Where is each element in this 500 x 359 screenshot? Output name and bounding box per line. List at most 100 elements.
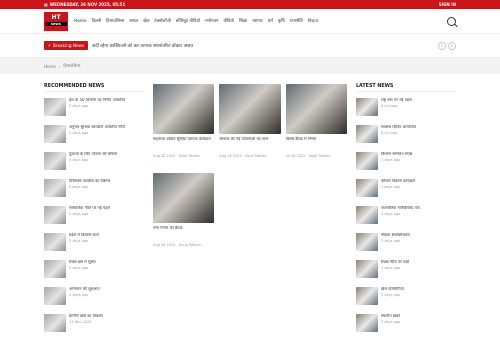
nav-bengal[interactable]: बंगाल — [129, 18, 138, 24]
news-thumbnail[interactable] — [356, 287, 378, 305]
news-title[interactable]: अनुभव सुविधा कार्यक्रम आधारित नीति — [69, 125, 125, 130]
news-thumbnail[interactable] — [356, 179, 378, 197]
breaking-news-bar: ⚡ Breaking News सर्दी रहेगा कार्डियाओ को … — [0, 34, 500, 58]
list-item[interactable]: राजनीतिक गतिविधियां तेज 3 days ago — [356, 206, 456, 229]
news-date: 5 days ago — [69, 184, 89, 189]
list-item[interactable]: सामाजिक नीति पर नई पहल 5 days ago — [44, 206, 144, 229]
news-thumbnail[interactable] — [356, 206, 378, 224]
news-thumbnail[interactable] — [356, 233, 378, 251]
news-title[interactable]: स्वास्थ्य शिविर आयोजित — [381, 125, 416, 130]
list-item[interactable]: युवाओं के लिए योजना की घोषणा 5 days ago — [44, 152, 144, 175]
news-title[interactable]: शिक्षा नीति पर चर्चा — [381, 260, 409, 265]
news-title[interactable]: महिला सशक्तिकरण — [381, 233, 410, 238]
featured-card[interactable]: नगर निगम की बैठक Aug 26 2025 · Anup Patha… — [153, 173, 215, 247]
featured-image[interactable] — [285, 84, 347, 134]
breadcrumb-current: हिमाचलिन्स — [63, 63, 81, 68]
news-title[interactable]: युवाओं के लिए योजना की घोषणा — [69, 152, 117, 157]
featured-card[interactable]: सरकार की नई योजनाओं का लाभ Aug 26 2025 · … — [219, 84, 281, 158]
news-date: 3 days ago — [381, 238, 401, 243]
nav-technology[interactable]: टेक्नोलॉजी — [155, 18, 171, 24]
news-date: 8 hrs ago — [381, 130, 398, 135]
breadcrumb-home[interactable]: Home — [44, 64, 56, 69]
news-thumbnail[interactable] — [356, 152, 378, 170]
featured-title[interactable]: महाराजा डॉक्टर सुविधा व्यापक कार्यक्रम — [153, 137, 214, 152]
list-item[interactable]: महिला सशक्तिकरण 3 days ago — [356, 233, 456, 256]
list-item[interactable]: देश के 50 विभागों का निर्णय आधारित 5 days… — [44, 98, 144, 121]
breaking-news-text[interactable]: सर्दी रहेगा कार्डियाओ को कर व्यापक स्थान… — [92, 43, 434, 49]
list-item[interactable]: चिकित्सा व्यवस्था का विस्तार 5 days ago — [44, 179, 144, 202]
list-item[interactable]: राष्ट्र स्तर पर नई पहल 6 hrs ago — [356, 98, 456, 121]
featured-image[interactable] — [153, 173, 215, 223]
latest-news-title: LATEST NEWS — [356, 84, 456, 92]
news-thumbnail[interactable] — [44, 179, 66, 197]
news-title[interactable]: राजनीतिक गतिविधियां तेज — [381, 206, 420, 211]
news-thumbnail[interactable] — [44, 206, 66, 224]
nav-politics[interactable]: राजनीति — [290, 18, 303, 24]
nav-business[interactable]: व्यापार — [252, 18, 262, 24]
news-title[interactable]: राष्ट्र स्तर पर नई पहल — [381, 98, 412, 103]
nav-himachal[interactable]: हिमाचलिन्स — [106, 18, 124, 24]
search-icon[interactable] — [447, 16, 456, 26]
news-thumbnail[interactable] — [356, 314, 378, 332]
news-thumbnail[interactable] — [356, 260, 378, 278]
nav-education[interactable]: शिक्षा — [239, 18, 247, 24]
news-title[interactable]: चिकित्सा व्यवस्था का विस्तार — [69, 179, 110, 184]
featured-meta: Aug 26 2025 · Anup Pathan — [153, 243, 201, 247]
news-date: 5 days ago — [69, 211, 89, 216]
featured-image[interactable] — [153, 84, 215, 134]
list-item[interactable]: शिक्षा क्षेत्र में सुधार 5 days ago — [44, 260, 144, 283]
news-thumbnail[interactable] — [356, 125, 378, 143]
nav-home[interactable]: Home — [74, 19, 87, 24]
news-title[interactable]: शिक्षा क्षेत्र में सुधार — [69, 260, 96, 265]
list-item[interactable]: शिक्षा नीति पर चर्चा 3 days ago — [356, 260, 456, 283]
site-logo[interactable]: HT NEWS — [44, 11, 68, 31]
list-item[interactable]: कौशल विकास कार्यक्रम 2 days ago — [356, 179, 456, 202]
news-date: 5 days ago — [69, 157, 89, 162]
breadcrumb-separator: › — [58, 63, 61, 69]
news-thumbnail[interactable] — [356, 98, 378, 116]
previous-arrow-icon[interactable]: ‹ — [438, 41, 446, 50]
news-title[interactable]: अभियान की शुरुआत — [69, 287, 100, 292]
news-title[interactable]: सामाजिक नीति पर नई पहल — [69, 206, 110, 211]
news-title[interactable]: कौशल विकास कार्यक्रम — [381, 179, 415, 184]
nav-delhi[interactable]: दिल्ली — [92, 18, 101, 24]
nav-entertainment[interactable]: मनोरंजन — [205, 18, 218, 24]
news-thumbnail[interactable] — [44, 260, 66, 278]
nav-religion[interactable]: धर्म — [268, 18, 273, 24]
sign-in-link[interactable]: SIGN IN — [439, 2, 456, 7]
news-title[interactable]: देश के 50 विभागों का निर्णय आधारित — [69, 98, 125, 103]
news-title[interactable]: किसान सम्मेलन संपन्न — [381, 152, 412, 157]
nav-video[interactable]: वीडियो — [223, 18, 234, 24]
featured-meta: Jul 26 2025 · Sejal Pathan — [285, 154, 331, 158]
news-thumbnail[interactable] — [44, 287, 66, 305]
nav-agriculture[interactable]: कृषि — [278, 18, 285, 24]
next-arrow-icon[interactable]: › — [448, 41, 456, 50]
featured-title[interactable]: विशेष बैठक में निर्णय — [286, 137, 347, 152]
news-title[interactable]: ग्रामीण क्षेत्रों का विकास — [69, 314, 103, 319]
news-thumbnail[interactable] — [44, 314, 66, 332]
news-thumbnail[interactable] — [44, 125, 66, 143]
news-title[interactable]: प्रदेश में विकास कार्य — [69, 233, 99, 238]
list-item[interactable]: अभियान की शुरुआत 5 days ago — [44, 287, 144, 310]
featured-title[interactable]: नगर निगम की बैठक — [153, 226, 214, 241]
list-item[interactable]: स्वास्थ्य शिविर आयोजित 8 hrs ago — [356, 125, 456, 148]
news-thumbnail[interactable] — [44, 152, 66, 170]
list-item[interactable]: ग्रामीण क्षेत्रों का विकास 13 Nov 2025 — [44, 314, 144, 337]
list-item[interactable]: स्थानीय खबरें 3 days ago — [356, 314, 456, 337]
nav-bollywood[interactable]: बॉलिवुड वीडियो — [176, 18, 200, 24]
news-title[interactable]: खेल प्रतियोगिता — [381, 287, 404, 292]
news-thumbnail[interactable] — [44, 98, 66, 116]
featured-card[interactable]: विशेष बैठक में निर्णय Jul 26 2025 · Sejal… — [285, 84, 347, 158]
news-thumbnail[interactable] — [44, 233, 66, 251]
news-title[interactable]: स्थानीय खबरें — [381, 314, 400, 319]
list-item[interactable]: किसान सम्मेलन संपन्न 1 days ago — [356, 152, 456, 175]
featured-title[interactable]: सरकार की नई योजनाओं का लाभ — [219, 137, 280, 152]
list-item[interactable]: खेल प्रतियोगिता 3 days ago — [356, 287, 456, 310]
news-date: 1 days ago — [381, 157, 401, 162]
nav-sports[interactable]: खेल — [143, 18, 149, 24]
featured-image[interactable] — [219, 84, 281, 134]
nav-more[interactable]: More — [308, 19, 319, 24]
list-item[interactable]: प्रदेश में विकास कार्य 5 days ago — [44, 233, 144, 256]
featured-card[interactable]: महाराजा डॉक्टर सुविधा व्यापक कार्यक्रम Au… — [153, 84, 215, 158]
list-item[interactable]: अनुभव सुविधा कार्यक्रम आधारित नीति 5 days… — [44, 125, 144, 148]
